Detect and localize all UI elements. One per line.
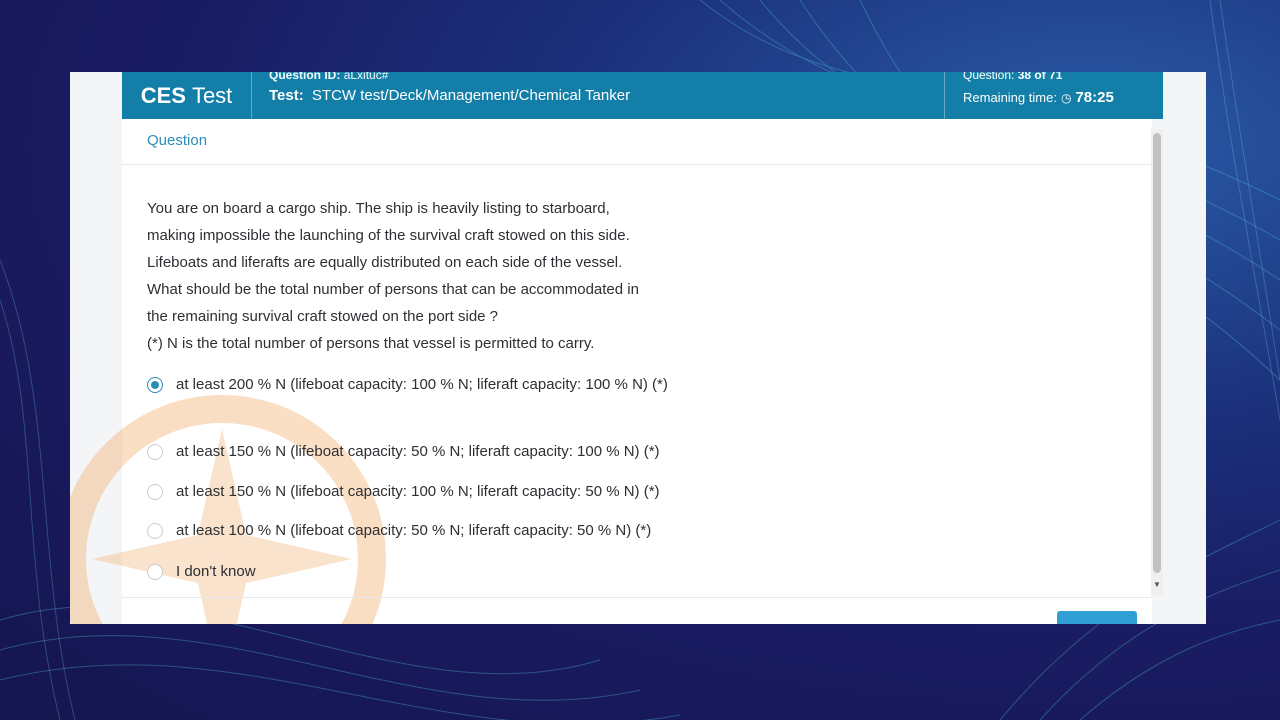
radio-button[interactable] bbox=[147, 484, 163, 500]
radio-button[interactable] bbox=[147, 523, 163, 539]
radio-button[interactable] bbox=[147, 564, 163, 580]
next-button[interactable] bbox=[1057, 611, 1137, 624]
clock-icon: ◷ bbox=[1060, 90, 1072, 105]
timer-value: 78:25 bbox=[1075, 89, 1114, 106]
question-id: Question ID: aLxituc# bbox=[269, 72, 389, 82]
question-counter: Question: 38 of 71 bbox=[963, 72, 1063, 82]
option-label: at least 200 % N (lifeboat capacity: 100… bbox=[176, 376, 668, 393]
answer-option[interactable]: at least 100 % N (lifeboat capacity: 50 … bbox=[147, 517, 696, 544]
scroll-thumb[interactable] bbox=[1153, 133, 1161, 573]
answer-option[interactable]: at least 150 % N (lifeboat capacity: 50 … bbox=[147, 438, 696, 465]
test-name: Test: STCW test/Deck/Management/Chemical… bbox=[269, 87, 631, 104]
remaining-time: Remaining time: ◷ 78:25 bbox=[963, 89, 1114, 106]
answer-option[interactable]: at least 200 % N (lifeboat capacity: 100… bbox=[147, 371, 696, 398]
answer-option[interactable]: I don't know bbox=[147, 558, 696, 585]
progress-box: Question: 38 of 71 Remaining time: ◷ 78:… bbox=[944, 72, 1164, 119]
option-label: at least 150 % N (lifeboat capacity: 50 … bbox=[176, 443, 660, 460]
card-header: Question bbox=[122, 119, 1152, 165]
question-card: Question You are on board a cargo ship. … bbox=[70, 119, 1152, 624]
brand-light: Test bbox=[191, 82, 233, 108]
question-text: You are on board a cargo ship. The ship … bbox=[147, 200, 639, 352]
scrollbar[interactable]: ▼ bbox=[1151, 129, 1163, 596]
header-bar: CES Test Question ID: aLxituc# Test: STC… bbox=[122, 72, 1163, 119]
brand-bold: CES bbox=[140, 82, 186, 108]
radio-button[interactable] bbox=[147, 444, 163, 460]
divider bbox=[122, 597, 1152, 598]
app-logo: CES Test bbox=[122, 72, 252, 119]
option-label: at least 150 % N (lifeboat capacity: 100… bbox=[176, 483, 660, 500]
option-label: I don't know bbox=[176, 563, 256, 580]
answer-option[interactable]: at least 150 % N (lifeboat capacity: 100… bbox=[147, 478, 696, 505]
radio-button[interactable] bbox=[147, 377, 163, 393]
card-title: Question bbox=[147, 132, 208, 149]
scroll-down-arrow-icon[interactable]: ▼ bbox=[1153, 580, 1161, 589]
test-window: CES Test Question ID: aLxituc# Test: STC… bbox=[70, 72, 1206, 624]
option-label: at least 100 % N (lifeboat capacity: 50 … bbox=[176, 522, 652, 539]
